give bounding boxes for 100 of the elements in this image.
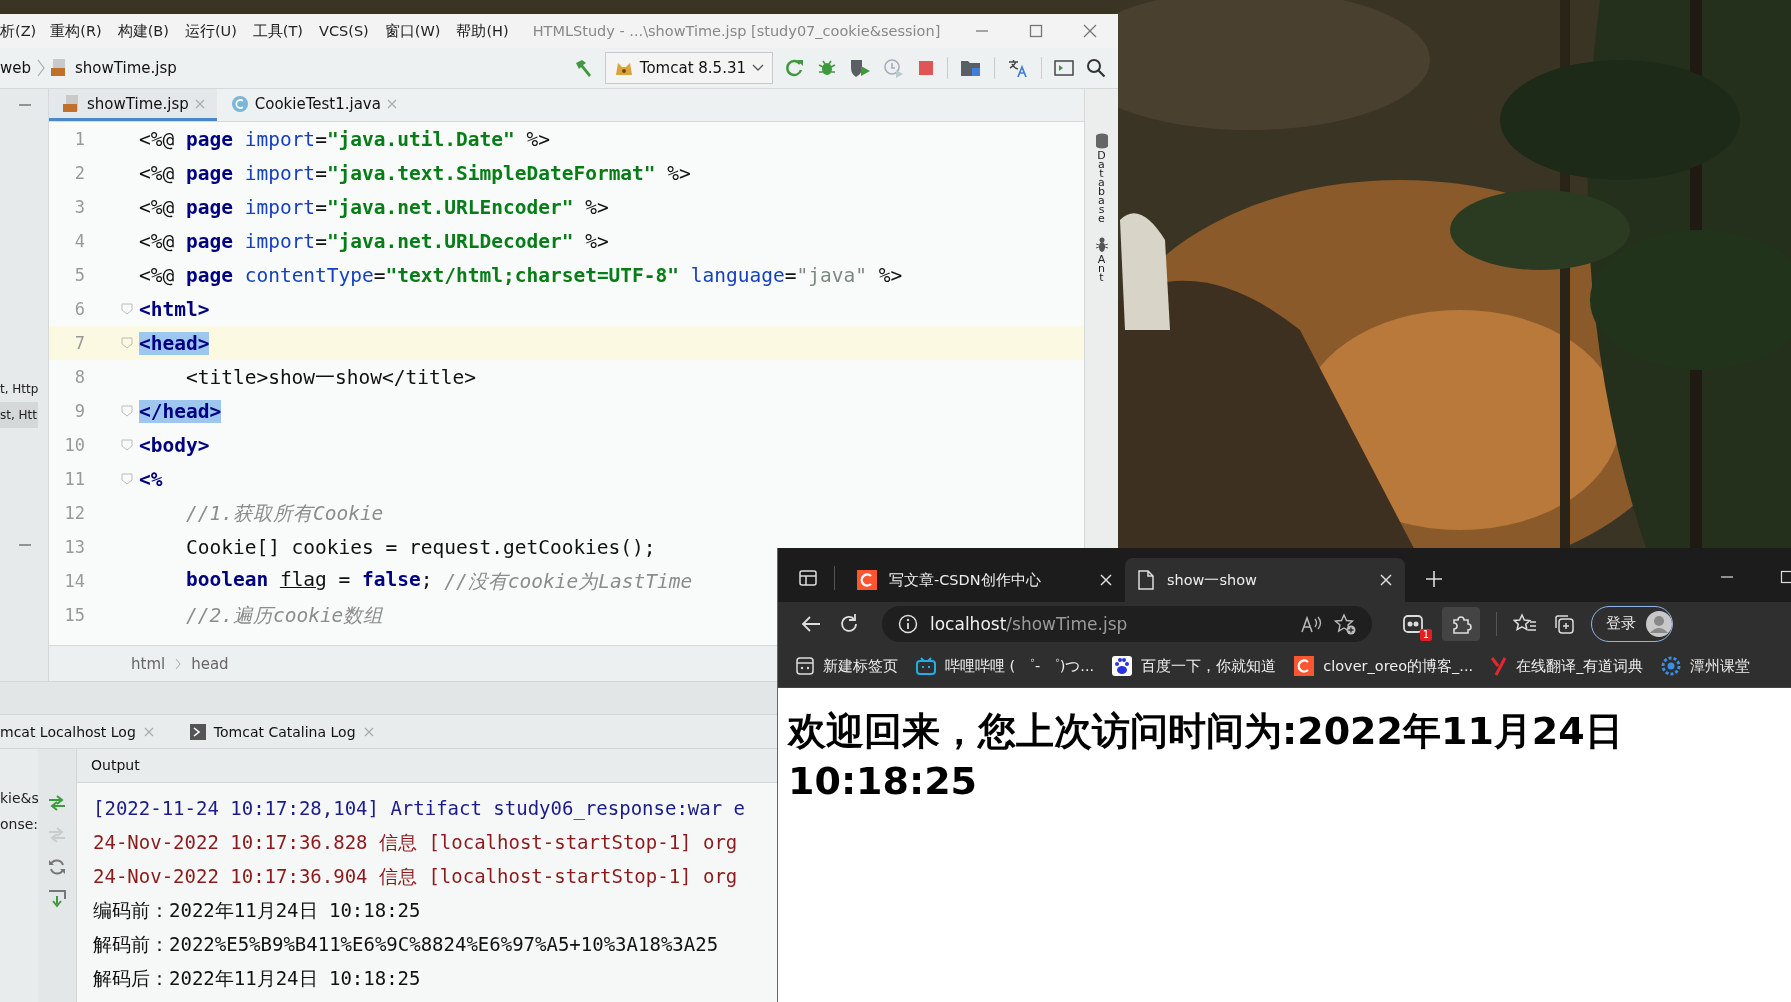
code-token: import	[244, 195, 316, 219]
code-token: page	[185, 161, 234, 185]
line-number: 13	[63, 537, 85, 557]
browser-tab[interactable]: 写文章-CSDN创作中心	[845, 558, 1125, 602]
new-tab-icon	[796, 657, 814, 675]
side-tool-tab[interactable]: Database	[1094, 133, 1109, 223]
menu-item[interactable]: VCS(S)	[319, 23, 369, 39]
browser-tab[interactable]: show一show	[1125, 558, 1405, 602]
refresh-icon[interactable]	[47, 857, 67, 877]
menu-item[interactable]: 重构(R)	[50, 21, 102, 41]
code-token: page	[185, 229, 234, 253]
gear-logo-icon	[1661, 656, 1682, 676]
path-item[interactable]: head	[191, 654, 229, 673]
folder-icon[interactable]	[960, 58, 982, 78]
log-line: 24-Nov-2022 10:17:36.904 信息 [localhost-startStop-1] org	[93, 864, 738, 889]
window-title: HTMLStudy - ...\showTime.jsp [study07_cookie&session]	[532, 23, 941, 39]
line-number: 6	[73, 299, 85, 319]
log-line: 解码前：2022%E5%B9%B411%E6%9C%8824%E6%97%A5+10%3A18%3A25	[93, 932, 719, 957]
extension-icon[interactable]	[1402, 612, 1426, 635]
line-number: 15	[63, 605, 85, 625]
log-line: 解码后：2022年11月24日 10:18:25	[93, 966, 421, 991]
puzzle-button[interactable]	[1442, 606, 1480, 641]
editor-tab[interactable]: showTime.jsp	[49, 89, 217, 121]
breadcrumb-item[interactable]: showTime.jsp	[75, 59, 177, 77]
code-token: import	[244, 161, 316, 185]
code-token: flag	[279, 567, 327, 593]
breadcrumb-item[interactable]: web	[0, 59, 32, 77]
side-tool-tab[interactable]: Ant	[1094, 237, 1109, 282]
page-icon	[1137, 570, 1155, 590]
run-config-label: Tomcat 8.5.31	[639, 59, 746, 77]
run-config-dropdown[interactable]: Tomcat 8.5.31	[604, 52, 773, 84]
address-field[interactable]: localhost/showTime.jsp	[882, 605, 1372, 642]
shield-play-icon[interactable]	[849, 58, 871, 78]
scroll-down-icon[interactable]	[47, 889, 67, 909]
menu-item[interactable]: 析(Z)	[0, 21, 37, 41]
favorite-add-icon[interactable]	[1334, 612, 1356, 635]
bug-icon[interactable]	[817, 58, 837, 78]
line-number: 2	[73, 163, 85, 183]
bookmark-item[interactable]: clover_oreo的博客_...	[1294, 656, 1474, 676]
arrows-icon[interactable]	[47, 793, 67, 813]
editor-tab[interactable]: CookieTest1.java	[216, 89, 409, 121]
code-token: %>	[584, 195, 609, 219]
collections-icon[interactable]	[1553, 612, 1575, 635]
line-number: 4	[73, 231, 85, 251]
caret-icon	[752, 64, 764, 72]
c-logo-icon	[857, 570, 877, 590]
project-tree-item[interactable]: t, Http	[0, 376, 39, 402]
bookmark-item[interactable]: 哔哩哔哩 ( ゜- ゜)つ...	[916, 656, 1095, 676]
line-number: 8	[73, 367, 85, 387]
ant-icon	[1094, 237, 1109, 253]
back-icon[interactable]	[800, 613, 822, 634]
code-token: =	[315, 127, 327, 151]
stop-icon[interactable]	[917, 59, 935, 77]
code-token: <%@	[139, 195, 176, 219]
code-token: page	[185, 263, 234, 287]
reload-icon[interactable]	[838, 612, 860, 635]
bookmark-item[interactable]: 在线翻译_有道词典	[1491, 656, 1644, 676]
code-token: "java.text.SimpleDateFormat"	[326, 161, 656, 185]
run-tree-item[interactable]: kie&s	[0, 785, 38, 811]
project-tree-item[interactable]: st, Htt	[0, 402, 39, 428]
sidebar-icon[interactable]	[798, 568, 818, 588]
paw-icon	[1112, 656, 1133, 676]
tv-icon	[916, 657, 936, 675]
matched-tag: </head>	[139, 399, 222, 423]
plus-icon[interactable]	[1425, 570, 1443, 588]
run-tab[interactable]: Tomcat Catalina Log	[189, 723, 374, 740]
run-tab[interactable]: mcat Localhost Log	[0, 723, 154, 740]
path-item[interactable]: html	[131, 654, 166, 673]
line-number: 11	[63, 469, 85, 489]
rerun-icon[interactable]	[785, 58, 805, 78]
line-number: 1	[73, 129, 85, 149]
translate-icon[interactable]	[1007, 58, 1029, 78]
code-token: "text/html;charset=UTF-8"	[385, 263, 680, 287]
code-token: page	[185, 195, 234, 219]
code-token: <title>show一show</title>	[184, 364, 476, 391]
code-token: //2.遍历cookie数组	[184, 602, 384, 629]
line-number: 14	[63, 571, 85, 591]
line-number: 5	[73, 265, 85, 285]
search-icon[interactable]	[1086, 58, 1106, 78]
code-token: ;	[420, 567, 434, 593]
menu-item[interactable]: 工具(T)	[252, 21, 303, 41]
bookmark-item[interactable]: 潭州课堂	[1661, 656, 1751, 676]
terminal-icon[interactable]	[1054, 59, 1074, 77]
code-token: =	[337, 567, 352, 593]
code-token: boolean	[184, 567, 270, 593]
run-tree-item[interactable]: onse:	[0, 811, 38, 837]
menu-item[interactable]: 帮助(H)	[456, 21, 509, 41]
console-icon	[189, 723, 206, 740]
line-number: 12	[63, 503, 85, 523]
code-token: page	[185, 127, 234, 151]
code-token: //1.获取所有Cookie	[184, 500, 384, 527]
code-token: <%@	[139, 161, 176, 185]
bookmark-item[interactable]: 新建标签页	[796, 656, 898, 676]
line-number: 9	[73, 401, 85, 421]
database-icon	[1094, 133, 1109, 149]
menu-item[interactable]: 运行(U)	[184, 21, 237, 41]
menu-item[interactable]: 窗口(W)	[384, 21, 441, 41]
bookmark-item[interactable]: 百度一下，你就知道	[1112, 656, 1277, 676]
code-token: <%@	[139, 229, 176, 253]
menu-item[interactable]: 构建(B)	[117, 21, 169, 41]
